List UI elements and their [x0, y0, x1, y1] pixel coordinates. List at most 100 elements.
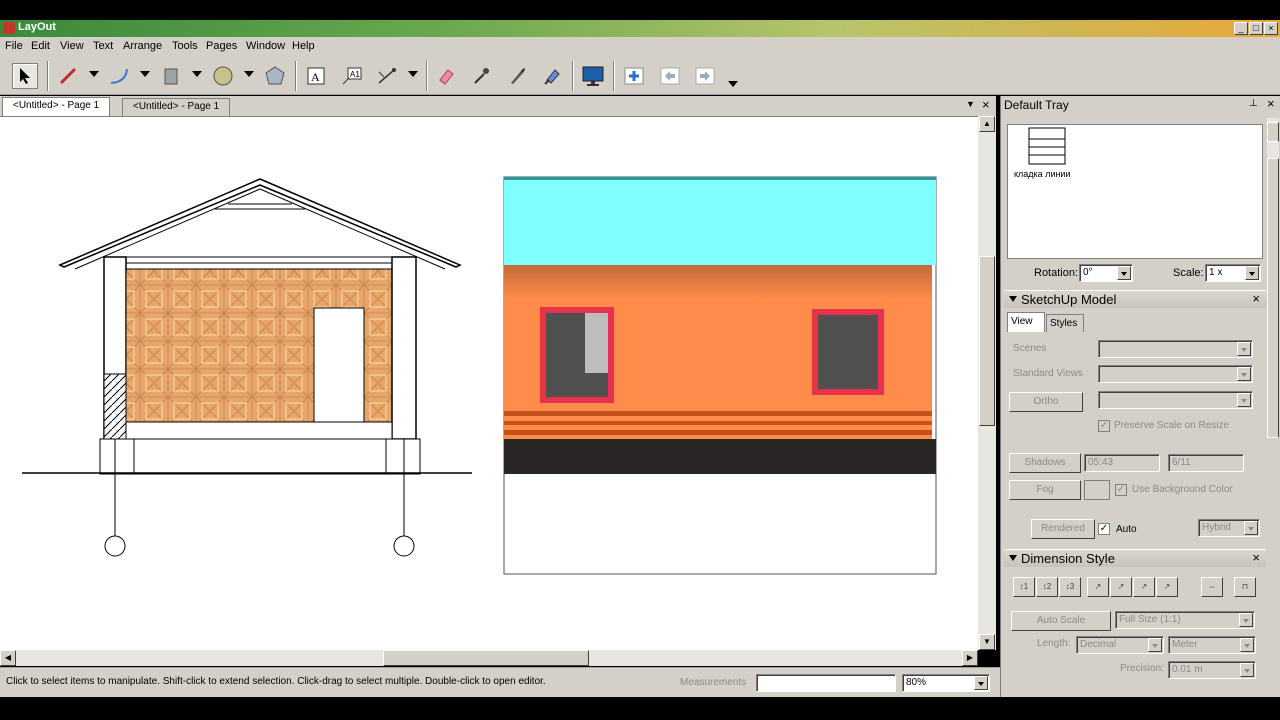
maximize-button[interactable]: □ — [1249, 22, 1263, 35]
sketchup-model-panel-header[interactable]: SketchUp Model × — [1004, 290, 1266, 308]
scroll-up-icon[interactable]: ▲ — [979, 116, 995, 132]
dimension-align-1-icon[interactable]: ↗ — [1087, 577, 1109, 597]
document-canvas[interactable] — [0, 116, 978, 650]
vertical-scroll-thumb[interactable] — [979, 256, 995, 426]
dimension-text-center-icon[interactable]: ↕2 — [1036, 577, 1058, 597]
tab-menu-icon[interactable]: ▼ — [966, 99, 975, 109]
fog-button[interactable]: Fog — [1009, 480, 1081, 500]
scale-input[interactable]: 1 x — [1205, 264, 1261, 282]
menu-text[interactable]: Text — [93, 40, 113, 52]
measurements-input[interactable] — [756, 674, 896, 692]
tab-styles[interactable]: Styles — [1046, 314, 1084, 332]
split-icon[interactable] — [504, 63, 530, 89]
tab-document-2[interactable]: <Untitled> - Page 1 — [122, 98, 231, 116]
eraser-icon[interactable] — [433, 63, 459, 89]
length-unit-dropdown-icon[interactable] — [1240, 638, 1254, 652]
toolbar-overflow-dropdown[interactable] — [728, 81, 738, 87]
length-unit-select[interactable]: Meter — [1168, 636, 1256, 654]
tray-scrollbar[interactable] — [1267, 118, 1279, 438]
vertical-scrollbar[interactable]: ▲ ▼ — [978, 116, 996, 650]
scale-size-dropdown-icon[interactable] — [1239, 613, 1253, 627]
length-format-select[interactable]: Decimal — [1076, 636, 1164, 654]
menu-view[interactable]: View — [60, 40, 84, 52]
dimension-offset-icon[interactable]: ⇔ — [1201, 577, 1223, 597]
dimension-align-2-icon[interactable]: ↗ — [1110, 577, 1132, 597]
horizontal-scrollbar[interactable]: ◀ ▶ — [0, 650, 978, 666]
arc-dropdown[interactable] — [140, 71, 150, 77]
shadows-button[interactable]: Shadows — [1009, 453, 1081, 473]
menu-help[interactable]: Help — [292, 40, 315, 52]
section-drawing[interactable] — [22, 178, 472, 557]
scroll-left-icon[interactable]: ◀ — [0, 650, 16, 666]
scenes-select[interactable] — [1098, 340, 1253, 358]
scroll-right-icon[interactable]: ▶ — [962, 650, 978, 666]
zoom-dropdown-icon[interactable] — [974, 676, 988, 690]
label-icon[interactable]: A1 — [339, 63, 365, 89]
length-format-dropdown-icon[interactable] — [1148, 638, 1162, 652]
ortho-dropdown-icon[interactable] — [1237, 393, 1251, 407]
tab-view[interactable]: View — [1007, 312, 1045, 332]
fog-color-swatch[interactable] — [1084, 480, 1110, 500]
rectangle-icon[interactable] — [158, 63, 184, 89]
standard-views-dropdown-icon[interactable] — [1237, 367, 1251, 381]
shadow-time-input[interactable]: 05:43 — [1084, 454, 1160, 472]
minimize-button[interactable]: _ — [1234, 22, 1248, 35]
precision-select[interactable]: 0.01 m — [1168, 661, 1256, 679]
elevation-drawing[interactable] — [503, 176, 937, 575]
precision-dropdown-icon[interactable] — [1240, 663, 1254, 677]
arc-icon[interactable] — [106, 63, 132, 89]
presentation-icon[interactable] — [580, 63, 606, 89]
sketchup-panel-close-icon[interactable]: × — [1252, 291, 1260, 306]
menu-tools[interactable]: Tools — [172, 40, 198, 52]
next-page-icon[interactable] — [692, 63, 718, 89]
rotation-dropdown-icon[interactable] — [1117, 266, 1131, 280]
scenes-dropdown-icon[interactable] — [1237, 342, 1251, 356]
dimension-unit-icon[interactable]: ⊓ — [1234, 577, 1256, 597]
line-icon[interactable] — [55, 63, 81, 89]
dimension-icon[interactable] — [374, 63, 400, 89]
render-mode-select[interactable]: Hybrid — [1198, 519, 1260, 537]
rendered-button[interactable]: Rendered — [1031, 519, 1095, 539]
circle-icon[interactable] — [210, 63, 236, 89]
tab-document-1[interactable]: <Untitled> - Page 1 — [2, 97, 111, 116]
standard-views-select[interactable] — [1098, 365, 1253, 383]
zoom-select[interactable]: 80% — [902, 674, 990, 692]
circle-dropdown[interactable] — [244, 71, 254, 77]
scrapbook-item-thumbnail[interactable] — [1028, 127, 1066, 165]
render-mode-dropdown-icon[interactable] — [1244, 521, 1258, 535]
close-button[interactable]: × — [1264, 22, 1278, 35]
line-dropdown[interactable] — [89, 71, 99, 77]
dimension-panel-close-icon[interactable]: × — [1252, 550, 1260, 565]
dimension-align-4-icon[interactable]: ↗ — [1156, 577, 1178, 597]
auto-checkbox[interactable]: ✓ — [1098, 523, 1110, 535]
dimension-align-3-icon[interactable]: ↗ — [1133, 577, 1155, 597]
rectangle-dropdown[interactable] — [192, 71, 202, 77]
menu-arrange[interactable]: Arrange — [123, 40, 162, 52]
menu-pages[interactable]: Pages — [206, 40, 237, 52]
polygon-icon[interactable] — [262, 63, 288, 89]
rotation-input[interactable]: 0° — [1079, 264, 1133, 282]
tray-close-icon[interactable]: × — [1267, 96, 1275, 111]
tray-scroll-up-icon[interactable] — [1267, 122, 1279, 142]
menu-edit[interactable]: Edit — [31, 40, 50, 52]
scale-dropdown-icon[interactable] — [1245, 266, 1259, 280]
style-picker-icon[interactable] — [468, 63, 494, 89]
tray-scroll-thumb[interactable] — [1267, 158, 1279, 438]
dimension-text-below-icon[interactable]: ↕3 — [1059, 577, 1081, 597]
auto-scale-button[interactable]: Auto Scale — [1011, 611, 1111, 631]
menu-window[interactable]: Window — [246, 40, 285, 52]
shadow-date-input[interactable]: 6/11 — [1168, 454, 1244, 472]
scroll-down-icon[interactable]: ▼ — [979, 634, 995, 650]
tray-pin-icon[interactable]: ⊥ — [1249, 98, 1258, 109]
use-background-checkbox[interactable]: ✓ — [1115, 484, 1127, 496]
select-arrow-icon[interactable] — [12, 63, 38, 89]
preserve-scale-checkbox[interactable]: ✓ — [1098, 420, 1110, 432]
add-page-icon[interactable] — [621, 63, 647, 89]
join-icon[interactable] — [539, 63, 565, 89]
tab-close-icon[interactable]: × — [982, 97, 990, 112]
ortho-select[interactable] — [1098, 391, 1253, 409]
horizontal-scroll-thumb[interactable] — [383, 650, 589, 666]
ortho-button[interactable]: Ortho — [1009, 392, 1083, 412]
scale-size-select[interactable]: Full Size (1:1) — [1115, 611, 1255, 629]
previous-page-icon[interactable] — [657, 63, 683, 89]
